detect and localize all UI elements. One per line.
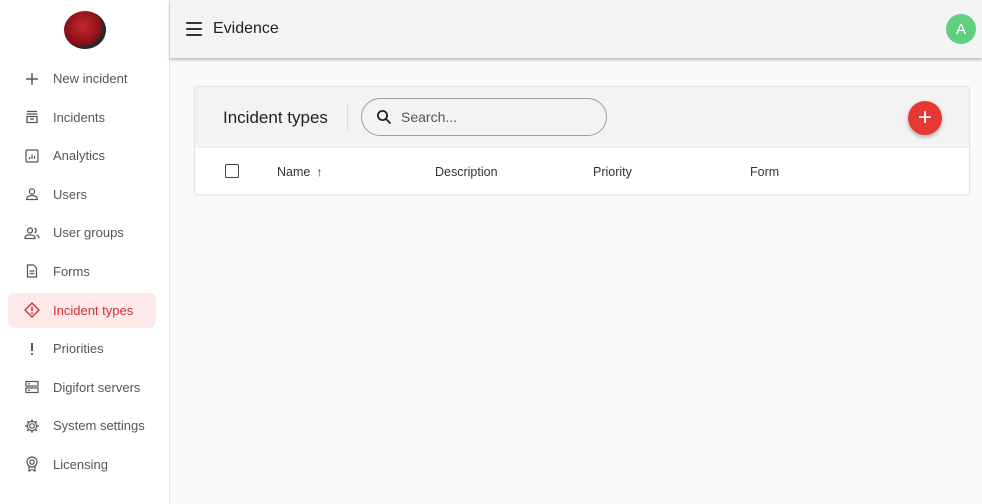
gear-icon <box>23 417 41 435</box>
column-header-priority[interactable]: Priority <box>593 165 632 179</box>
sidebar: New incident Incidents Analytics Users U… <box>0 0 170 504</box>
sidebar-item-users[interactable]: Users <box>8 177 156 212</box>
sidebar-item-label: Incident types <box>53 302 134 318</box>
sidebar-item-new-incident[interactable]: New incident <box>8 61 156 96</box>
analytics-icon <box>23 147 41 165</box>
sidebar-item-label: Forms <box>53 263 90 279</box>
app-title: Evidence <box>213 20 279 37</box>
sidebar-item-label: System settings <box>53 418 145 434</box>
search-icon <box>377 110 392 125</box>
sidebar-item-licensing[interactable]: Licensing <box>8 447 156 482</box>
sort-ascending-icon: ↑ <box>316 165 323 179</box>
select-all-checkbox[interactable] <box>225 164 239 178</box>
search-input[interactable] <box>401 109 591 125</box>
topbar: Evidence A <box>170 0 982 58</box>
sidebar-item-incidents[interactable]: Incidents <box>8 100 156 135</box>
badge-icon <box>23 455 41 473</box>
user-icon <box>23 185 41 203</box>
document-icon <box>23 262 41 280</box>
sidebar-item-label: New incident <box>53 71 128 86</box>
sidebar-item-label: Users <box>53 186 87 202</box>
incident-types-panel: Incident types + Name ↑ Description Prio… <box>194 86 970 195</box>
column-header-description[interactable]: Description <box>435 165 498 179</box>
column-header-form[interactable]: Form <box>750 165 779 179</box>
sidebar-item-label: Incidents <box>53 109 106 125</box>
title-divider <box>347 104 348 132</box>
server-icon <box>23 378 41 396</box>
sidebar-item-user-groups[interactable]: User groups <box>8 215 156 250</box>
sidebar-item-forms[interactable]: Forms <box>8 254 156 289</box>
app-logo <box>63 11 106 49</box>
sidebar-item-priorities[interactable]: Priorities <box>8 331 156 366</box>
user-group-icon <box>23 224 41 242</box>
sidebar-item-incident-types[interactable]: Incident types <box>8 292 156 328</box>
sidebar-item-digifort-servers[interactable]: Digifort servers <box>8 370 156 405</box>
sidebar-nav: New incident Incidents Analytics Users U… <box>0 61 169 482</box>
panel-header: Incident types + <box>195 87 969 148</box>
page-title: Incident types <box>223 108 328 127</box>
inbox-icon <box>23 108 41 126</box>
table-header: Name ↑ Description Priority Form <box>195 148 969 194</box>
sidebar-item-label: Analytics <box>53 148 106 164</box>
sidebar-item-analytics[interactable]: Analytics <box>8 138 156 173</box>
sidebar-item-label: Licensing <box>53 456 108 472</box>
logo-area <box>0 0 169 60</box>
avatar[interactable]: A <box>946 14 976 44</box>
plus-icon <box>23 70 41 88</box>
sidebar-item-label: Priorities <box>53 341 104 357</box>
sidebar-item-label: Digifort servers <box>53 379 141 395</box>
add-incident-type-button[interactable]: + <box>908 101 942 135</box>
hamburger-menu-icon[interactable] <box>186 22 202 36</box>
sidebar-item-label: User groups <box>53 225 124 241</box>
search-box <box>361 98 607 136</box>
column-header-name[interactable]: Name ↑ <box>277 165 322 179</box>
column-header-label: Name <box>277 165 311 179</box>
exclamation-icon <box>23 340 41 358</box>
warning-diamond-icon <box>23 301 41 319</box>
sidebar-item-system-settings[interactable]: System settings <box>8 408 156 443</box>
